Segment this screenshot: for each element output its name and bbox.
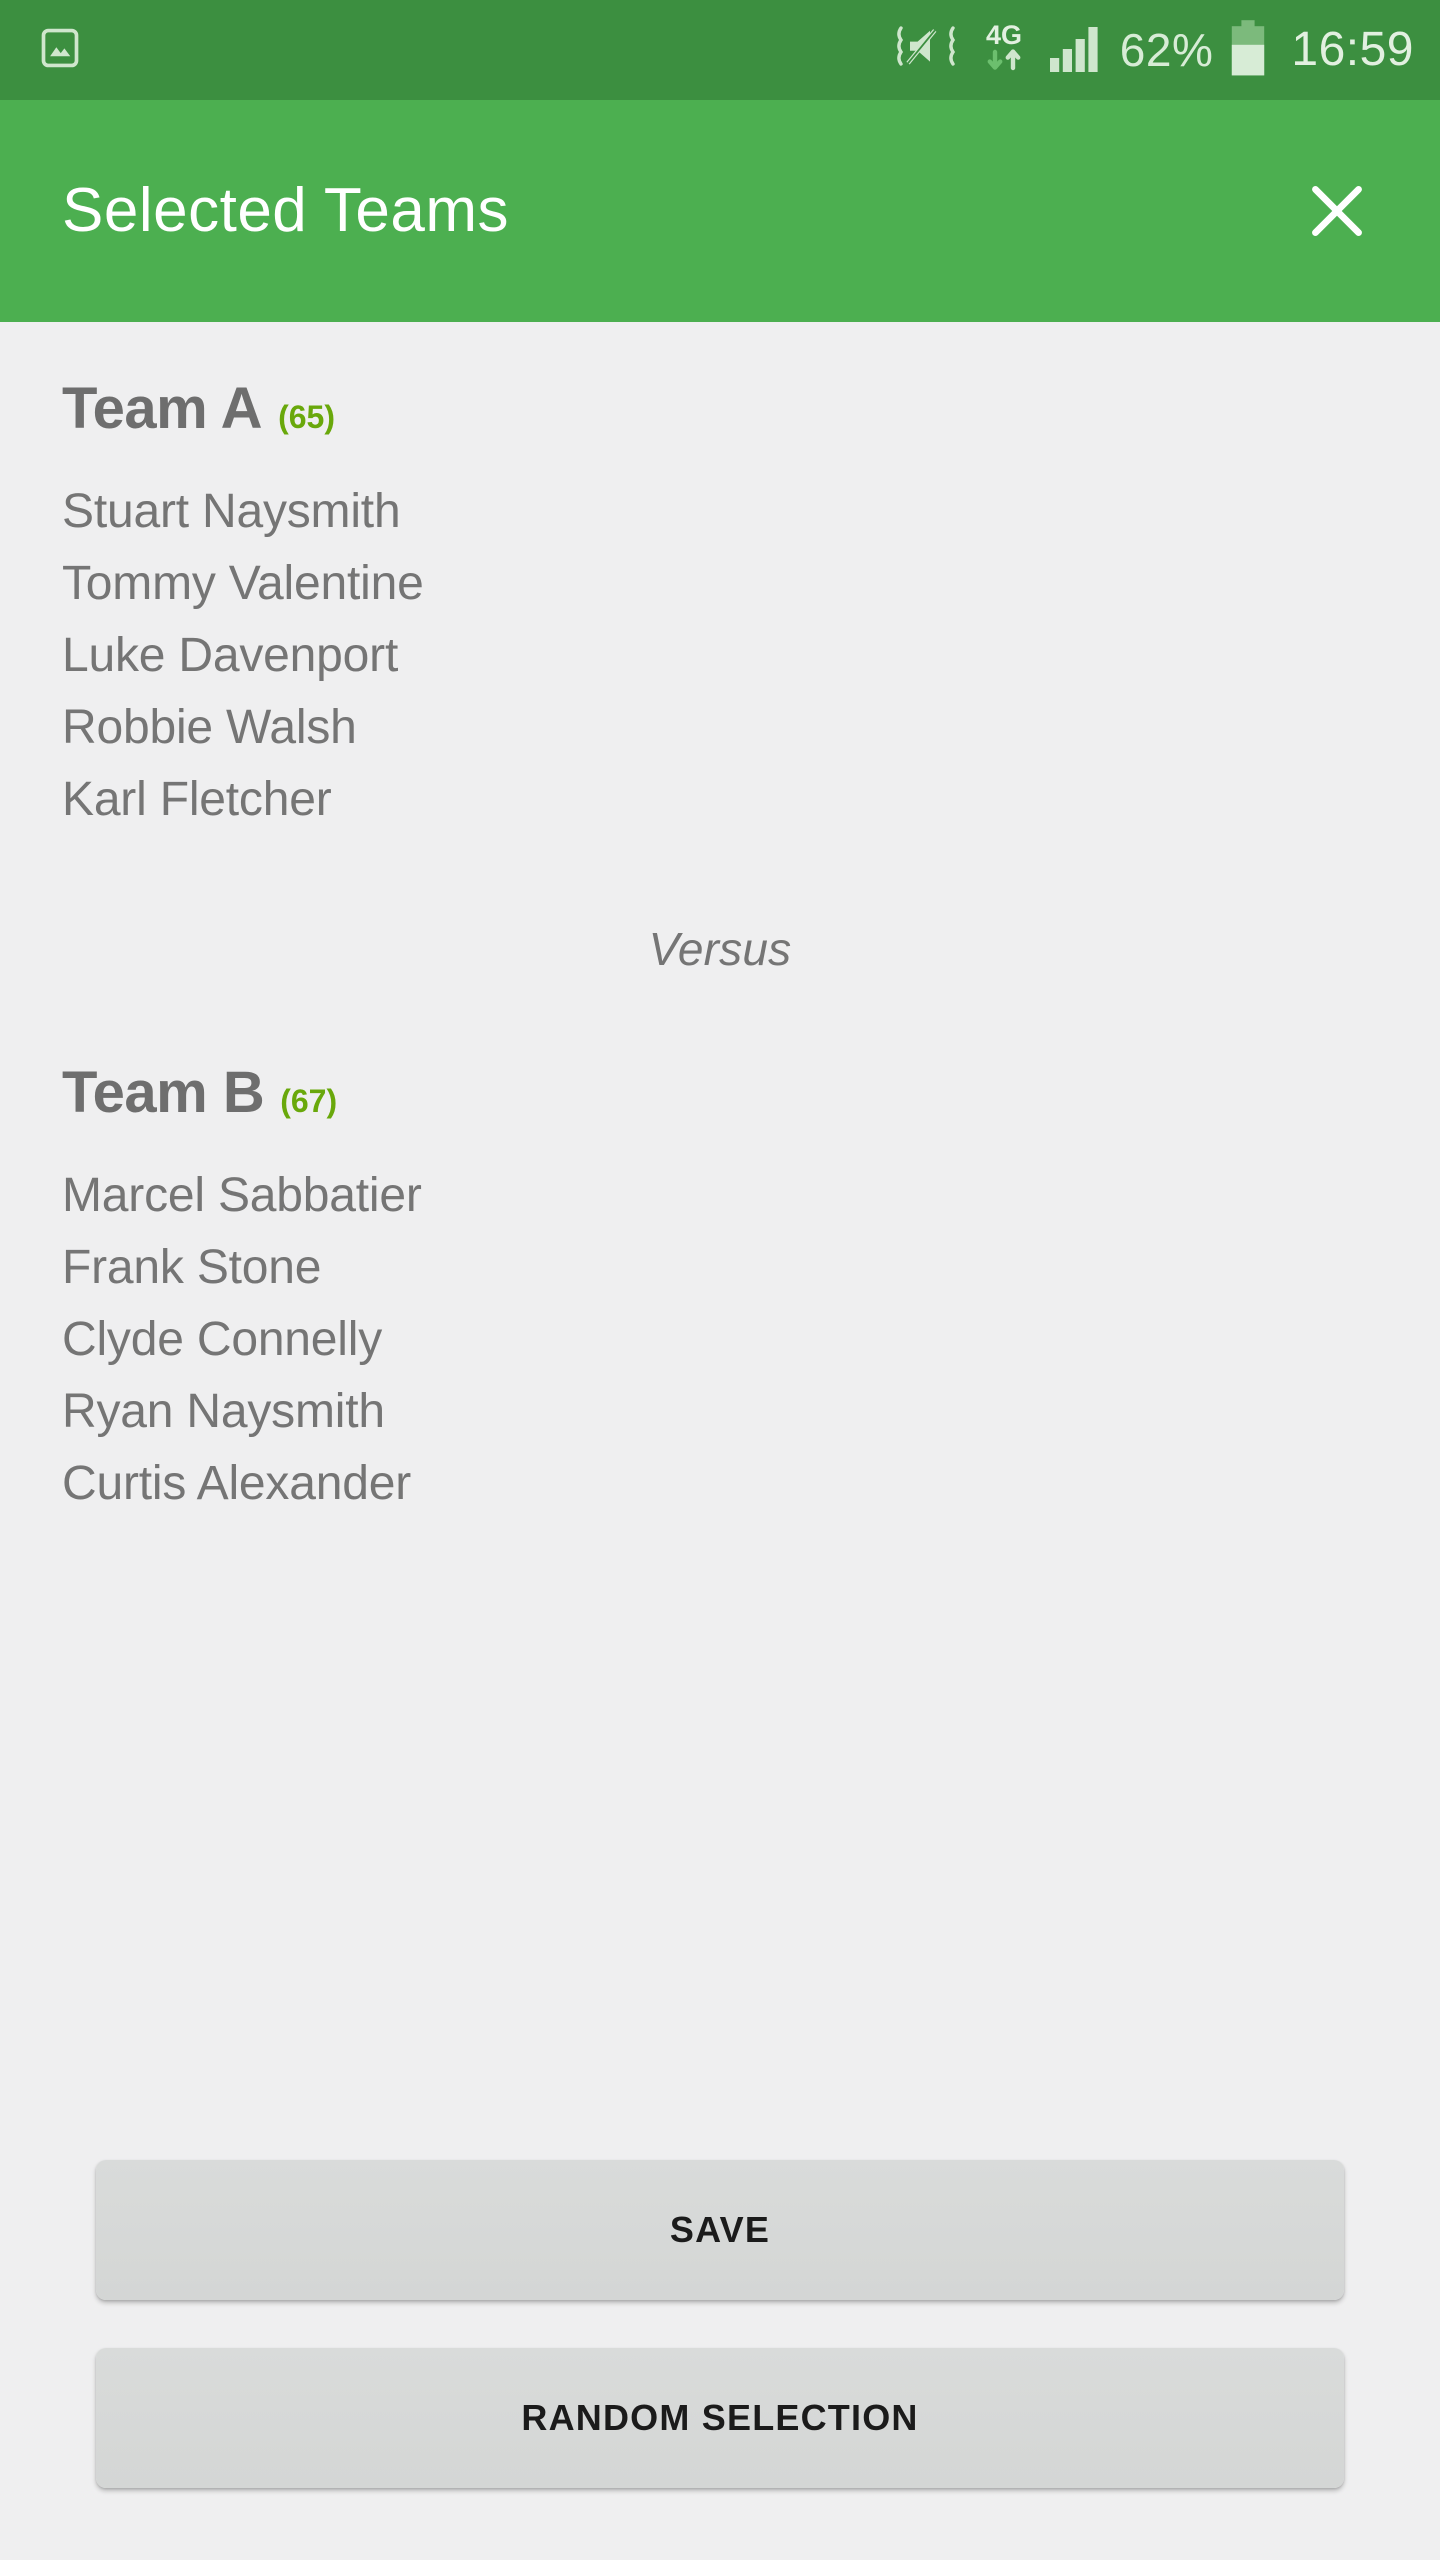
team-b-header: Team B (67) — [62, 1006, 1378, 1122]
team-a-block: Team A (65) Stuart Naysmith Tommy Valent… — [62, 322, 1378, 836]
volume-mute-vibrate-icon — [894, 22, 960, 79]
list-item[interactable]: Luke Davenport — [62, 620, 1378, 692]
list-item[interactable]: Curtis Alexander — [62, 1448, 1378, 1520]
list-item[interactable]: Marcel Sabbatier — [62, 1160, 1378, 1232]
team-a-player-list: Stuart Naysmith Tommy Valentine Luke Dav… — [62, 476, 1378, 836]
signal-bars-icon — [1048, 22, 1104, 79]
battery-icon — [1229, 19, 1267, 82]
save-button[interactable]: SAVE — [96, 2160, 1344, 2300]
svg-text:4G: 4G — [986, 20, 1022, 50]
status-bar-right: 4G 62% 16:59 — [894, 18, 1414, 83]
list-item[interactable]: Karl Fletcher — [62, 764, 1378, 836]
team-b-block: Team B (67) Marcel Sabbatier Frank Stone… — [62, 1006, 1378, 1520]
team-a-count: (65) — [278, 399, 335, 435]
team-a-name: Team A — [62, 376, 263, 441]
versus-row: Versus — [62, 922, 1378, 976]
action-buttons: SAVE RANDOM SELECTION — [62, 2160, 1378, 2560]
status-bar-left — [38, 26, 82, 75]
app-bar: Selected Teams — [0, 100, 1440, 322]
team-a-header: Team A (65) — [62, 322, 1378, 438]
status-bar: 4G 62% 16:59 — [0, 0, 1440, 100]
versus-label: Versus — [648, 923, 792, 975]
battery-percent-label: 62% — [1119, 24, 1214, 76]
teams-content: Team A (65) Stuart Naysmith Tommy Valent… — [0, 322, 1440, 2560]
close-icon[interactable] — [1282, 156, 1392, 266]
random-selection-button[interactable]: RANDOM SELECTION — [96, 2348, 1344, 2488]
list-item[interactable]: Clyde Connelly — [62, 1304, 1378, 1376]
network-4g-icon: 4G — [976, 18, 1032, 83]
list-item[interactable]: Robbie Walsh — [62, 692, 1378, 764]
screenshot-image-icon — [38, 26, 82, 75]
list-item[interactable]: Tommy Valentine — [62, 548, 1378, 620]
list-item[interactable]: Ryan Naysmith — [62, 1376, 1378, 1448]
page-title: Selected Teams — [62, 176, 509, 245]
clock-label: 16:59 — [1291, 23, 1414, 76]
app-screen: 4G 62% 16:59 Selected Teams Team A (65) … — [0, 0, 1440, 2560]
team-b-player-list: Marcel Sabbatier Frank Stone Clyde Conne… — [62, 1160, 1378, 1520]
team-b-count: (67) — [280, 1083, 338, 1119]
list-item[interactable]: Stuart Naysmith — [62, 476, 1378, 548]
list-item[interactable]: Frank Stone — [62, 1232, 1378, 1304]
team-b-name: Team B — [62, 1060, 265, 1125]
